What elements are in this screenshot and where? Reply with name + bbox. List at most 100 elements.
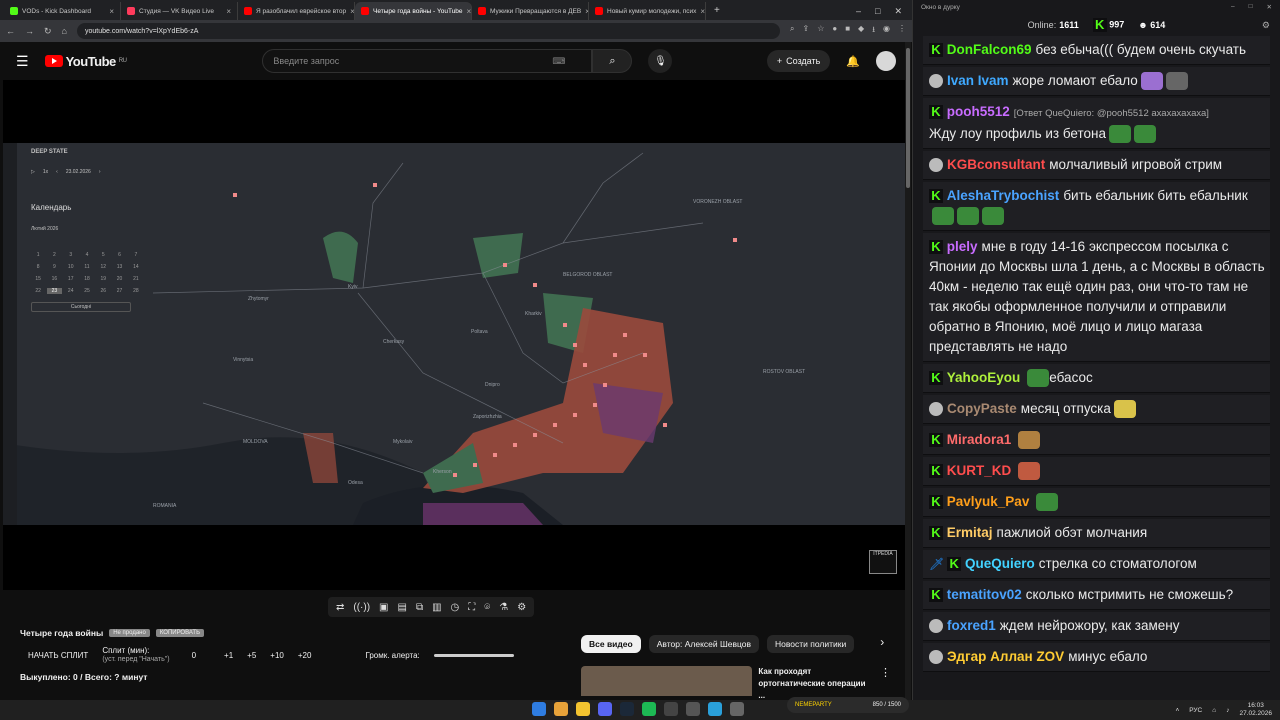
copy-button[interactable]: КОПИРОВАТЬ bbox=[155, 629, 205, 637]
discord-icon[interactable] bbox=[598, 702, 612, 716]
tab-vk[interactable]: Студия — VK Видео Live × bbox=[121, 2, 238, 20]
calendar-day[interactable]: 14 bbox=[129, 264, 143, 270]
scrollbar-thumb[interactable] bbox=[906, 48, 910, 188]
split-plus-1-button[interactable]: +1 bbox=[224, 651, 233, 660]
telegram-icon[interactable] bbox=[708, 702, 722, 716]
ratio-icon[interactable]: ⛶ bbox=[468, 602, 475, 613]
obs-icon[interactable] bbox=[664, 702, 678, 716]
chip-all[interactable]: Все видео bbox=[581, 635, 641, 653]
download-icon[interactable]: ⭳ bbox=[872, 24, 875, 38]
calendar-day[interactable]: 7 bbox=[129, 252, 143, 258]
audio-icon[interactable]: ((·)) bbox=[353, 602, 370, 613]
extension-icon[interactable]: ◆ bbox=[858, 24, 864, 38]
zoom-icon[interactable]: ⌕ bbox=[790, 24, 794, 38]
chat-username[interactable]: YahooEyou bbox=[947, 370, 1021, 385]
tray-up-icon[interactable]: ˄ bbox=[1175, 707, 1179, 714]
home-icon[interactable]: ⌂ bbox=[62, 26, 67, 36]
search-input[interactable]: Введите запрос ⌨ bbox=[262, 49, 593, 73]
keyboard-icon[interactable]: ⌨ bbox=[552, 56, 565, 67]
calendar-day[interactable]: 23 bbox=[47, 288, 62, 294]
calendar-day[interactable]: 5 bbox=[96, 252, 110, 258]
calendar-day[interactable]: 20 bbox=[112, 276, 126, 282]
menu-dots-icon[interactable]: ⋮ bbox=[898, 24, 906, 38]
app-icon[interactable] bbox=[686, 702, 700, 716]
start-split-button[interactable]: НАЧАТЬ СПЛИТ bbox=[20, 651, 88, 660]
chat-username[interactable]: AleshaTrybochist bbox=[947, 188, 1060, 203]
app-icon[interactable] bbox=[730, 702, 744, 716]
close-tab-icon[interactable]: × bbox=[226, 7, 231, 16]
new-tab-button[interactable]: + bbox=[706, 2, 728, 20]
create-button[interactable]: + Создать bbox=[766, 50, 831, 72]
chat-username[interactable]: QueQuiero bbox=[965, 556, 1035, 571]
chat-username[interactable]: KGBconsultant bbox=[947, 157, 1045, 172]
start-icon[interactable] bbox=[532, 702, 546, 716]
back-icon[interactable]: ← bbox=[6, 26, 15, 36]
chip-author[interactable]: Автор: Алексей Шевцов bbox=[648, 635, 760, 653]
tab-youtube-1[interactable]: Я разоблачил еврейское втор × bbox=[238, 2, 355, 20]
spotify-icon[interactable] bbox=[642, 702, 656, 716]
close-window-icon[interactable]: ✕ bbox=[894, 6, 902, 17]
youtube-logo[interactable]: YouTube RU bbox=[44, 54, 127, 69]
url-field[interactable]: youtube.com/watch?v=lXpYdEb6-zA bbox=[76, 23, 780, 39]
chevron-right-icon[interactable]: › bbox=[880, 635, 884, 653]
volume-icon[interactable]: ♪ bbox=[1226, 707, 1229, 714]
steam-icon[interactable] bbox=[620, 702, 634, 716]
calendar-day[interactable]: 2 bbox=[47, 252, 61, 258]
chat-username[interactable]: Miradora1 bbox=[947, 432, 1012, 447]
minimize-icon[interactable]: – bbox=[856, 6, 861, 16]
notifications-bell-icon[interactable]: 🔔 bbox=[846, 55, 860, 68]
clock[interactable]: 16:03 27.02.2026 bbox=[1239, 702, 1272, 718]
forward-icon[interactable]: → bbox=[25, 26, 34, 36]
calendar-day[interactable]: 28 bbox=[129, 288, 143, 294]
gear-icon[interactable]: ⚙ bbox=[517, 602, 526, 613]
split-plus-5-button[interactable]: +5 bbox=[247, 651, 256, 660]
video-thumbnail[interactable] bbox=[581, 666, 753, 696]
recommended-title[interactable]: Как проходят ортогнатические операции ..… bbox=[758, 666, 874, 700]
chat-username[interactable]: Ivan Ivam bbox=[947, 73, 1009, 88]
calendar-day[interactable]: 21 bbox=[129, 276, 143, 282]
calendar-day[interactable]: 9 bbox=[47, 264, 61, 270]
chat-username[interactable]: DonFalcon69 bbox=[947, 42, 1032, 57]
chat-username[interactable]: KURT_KD bbox=[947, 463, 1012, 478]
tab-kick[interactable]: VODs - Kick Dashboard × bbox=[4, 2, 121, 20]
video-player[interactable]: Kyiv Zhytomyr Vinnytsia Kharkiv Poltava … bbox=[3, 80, 905, 590]
chat-username[interactable]: Pavlyuk_Pav bbox=[947, 494, 1030, 509]
calendar-day[interactable]: 3 bbox=[64, 252, 78, 258]
split-plus-20-button[interactable]: +20 bbox=[298, 651, 312, 660]
loop-icon[interactable]: ⇄ bbox=[336, 602, 344, 613]
calendar-day[interactable]: 10 bbox=[64, 264, 78, 270]
calendar-day[interactable]: 11 bbox=[80, 264, 94, 270]
frames-icon[interactable]: ▥ bbox=[432, 602, 441, 613]
split-plus-10-button[interactable]: +10 bbox=[270, 651, 284, 660]
play-icon[interactable]: ▷ bbox=[31, 169, 35, 175]
camera-icon[interactable]: ▣ bbox=[379, 602, 388, 613]
calendar-day[interactable]: 12 bbox=[96, 264, 110, 270]
recommended-video[interactable]: Как проходят ортогнатические операции ..… bbox=[581, 666, 891, 700]
calendar-day[interactable]: 24 bbox=[64, 288, 78, 294]
today-button[interactable]: Сьогодні bbox=[31, 302, 131, 312]
tab-youtube-3[interactable]: Новый кумир молодежи, псих × bbox=[589, 2, 706, 20]
maximize-icon[interactable]: □ bbox=[1249, 3, 1253, 11]
chat-username[interactable]: CopyPaste bbox=[947, 401, 1017, 416]
calendar-day[interactable]: 8 bbox=[31, 264, 45, 270]
more-options-icon[interactable]: ⋮ bbox=[880, 666, 891, 696]
chat-username[interactable]: plely bbox=[947, 239, 978, 254]
search-button[interactable]: ⌕ bbox=[592, 49, 633, 73]
close-tab-icon[interactable]: × bbox=[467, 7, 471, 16]
tab-youtube-2[interactable]: Мужики Превращаются в ДЕВ× bbox=[472, 2, 589, 20]
calendar-day[interactable]: 15 bbox=[31, 276, 45, 282]
maximize-icon[interactable]: □ bbox=[875, 6, 880, 16]
calendar-day[interactable]: 4 bbox=[80, 252, 94, 258]
flask-icon[interactable]: ⚗ bbox=[499, 602, 508, 613]
calendar-day[interactable]: 19 bbox=[96, 276, 110, 282]
chat-username[interactable]: Эдгар Аллан ZOV bbox=[947, 649, 1064, 664]
minimize-icon[interactable]: – bbox=[1231, 3, 1235, 11]
hamburger-menu-icon[interactable]: ☰ bbox=[16, 53, 29, 70]
tab-youtube-active[interactable]: Четыре года войны - YouTube × bbox=[355, 2, 472, 20]
film-icon[interactable]: ▤ bbox=[398, 602, 407, 613]
calendar-day[interactable]: 27 bbox=[112, 288, 126, 294]
prev-date-icon[interactable]: ‹ bbox=[56, 169, 58, 175]
calendar-day[interactable]: 17 bbox=[64, 276, 78, 282]
voice-search-button[interactable]: 🎙 bbox=[648, 49, 673, 73]
share-icon[interactable]: ⇪ bbox=[802, 24, 809, 38]
